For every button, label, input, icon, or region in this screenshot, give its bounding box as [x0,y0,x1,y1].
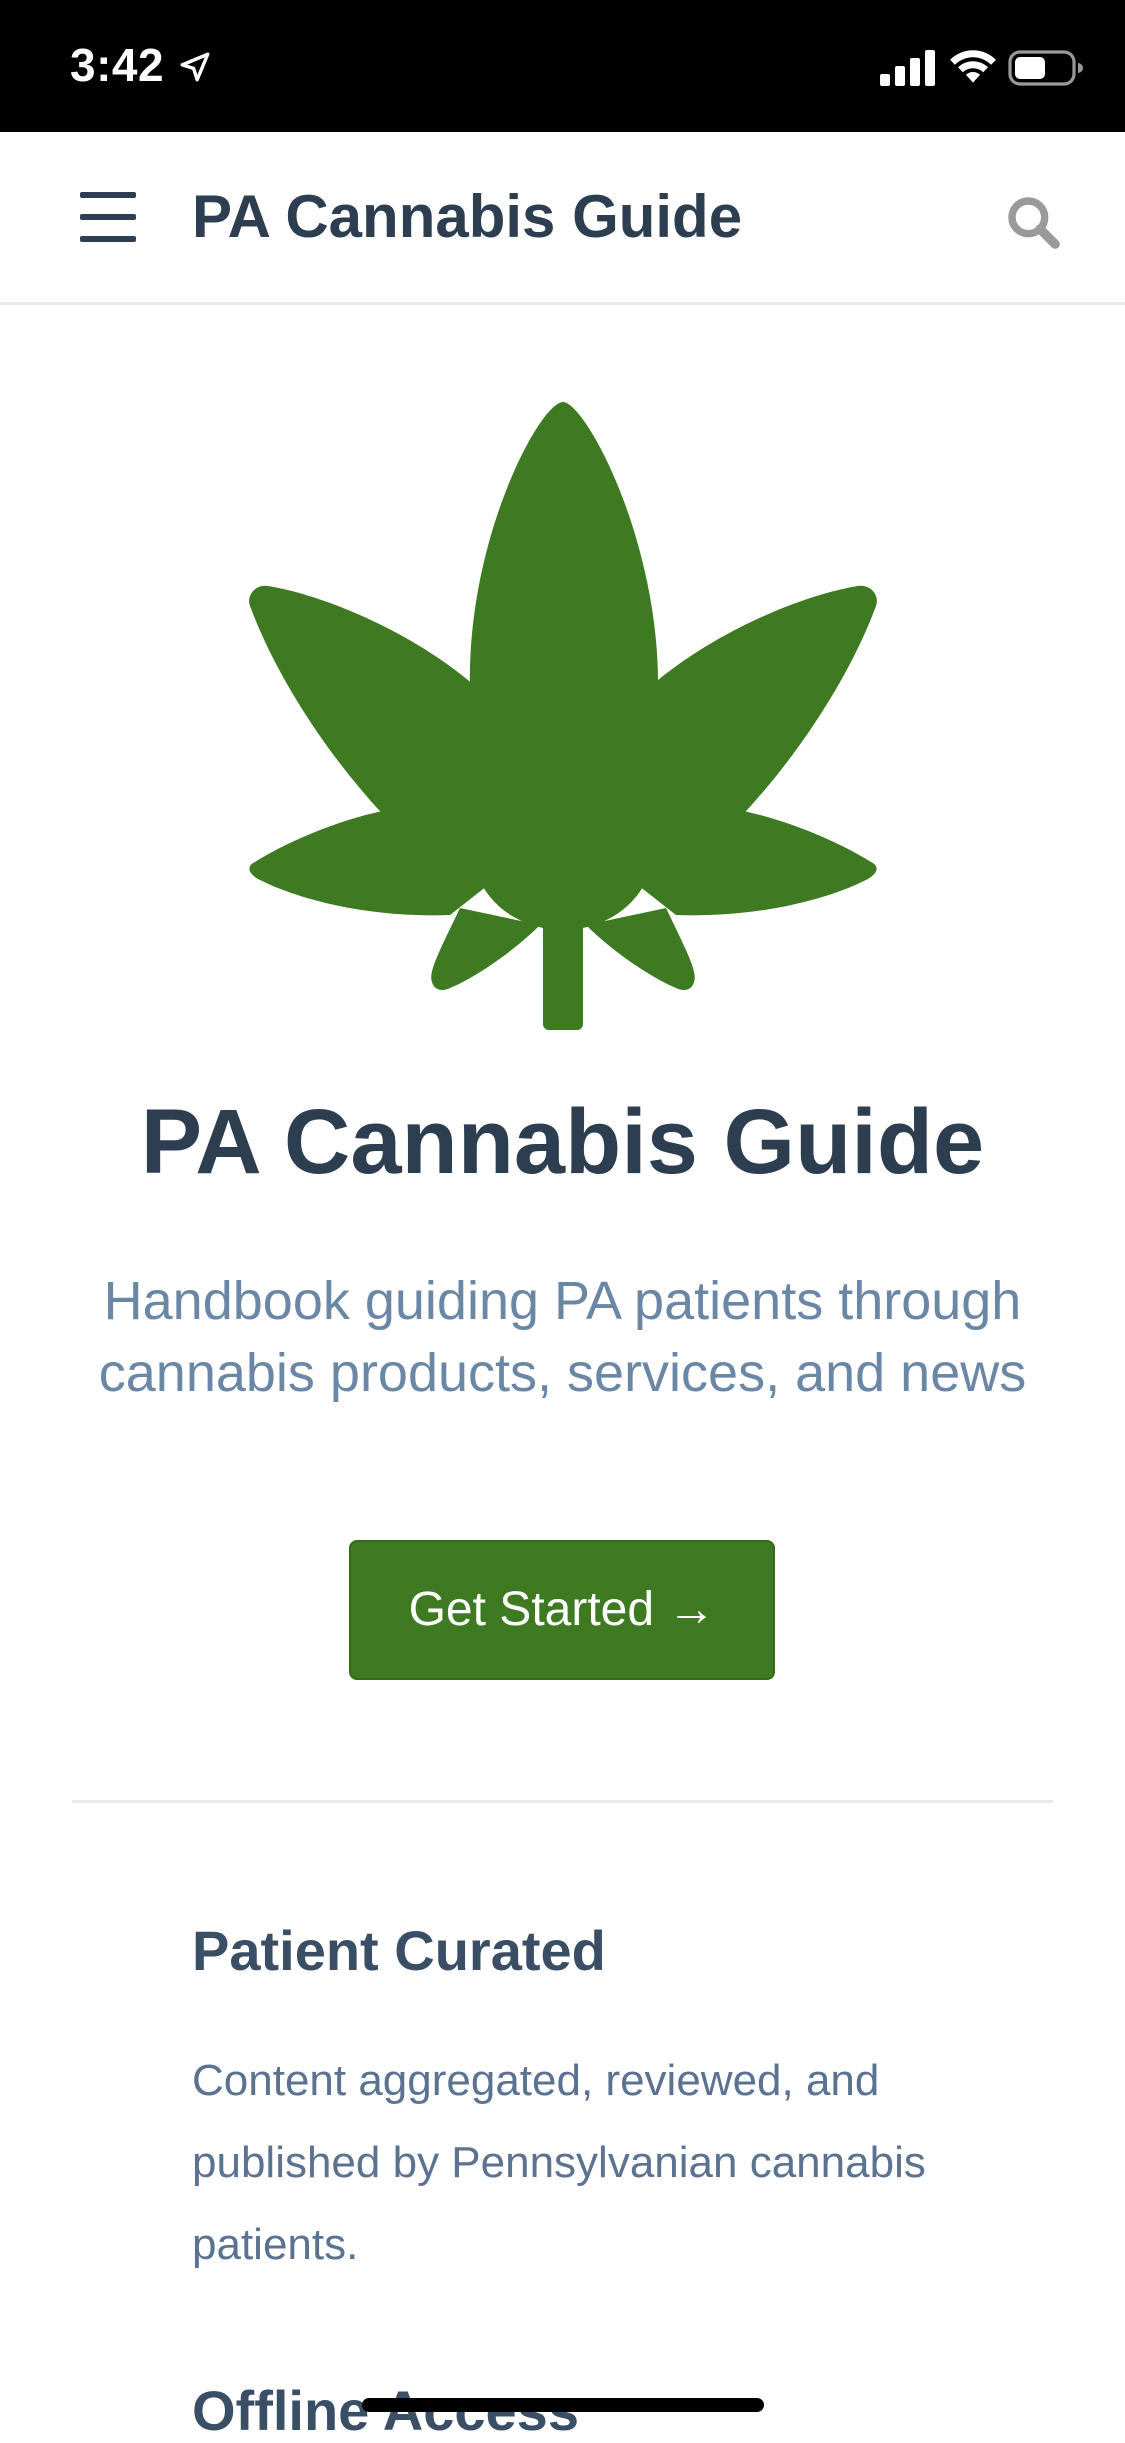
nav-title[interactable]: PA Cannabis Guide [192,182,742,251]
hero-description: Handbook guiding PA patients through can… [98,1271,1027,1403]
signal-icon [880,50,935,86]
status-time: 3:42 [70,39,165,91]
home-indicator[interactable] [362,2398,764,2412]
feature-title: Patient Curated [192,1919,606,1982]
hamburger-menu-icon[interactable] [80,192,136,244]
status-bar: 3:42 [0,0,1125,132]
location-arrow-icon [180,52,210,82]
battery-icon [1008,50,1083,86]
hero-title: PA Cannabis Guide [140,1091,985,1193]
get-started-button[interactable]: Get Started → [349,1540,775,1680]
search-icon[interactable] [1005,194,1061,250]
feature-description: Content aggregated, reviewed, and publis… [192,2056,926,2269]
section-divider [72,1800,1053,1803]
cannabis-leaf-icon [249,402,877,1030]
nav-header: PA Cannabis Guide [0,132,1125,305]
wifi-icon [950,50,996,83]
